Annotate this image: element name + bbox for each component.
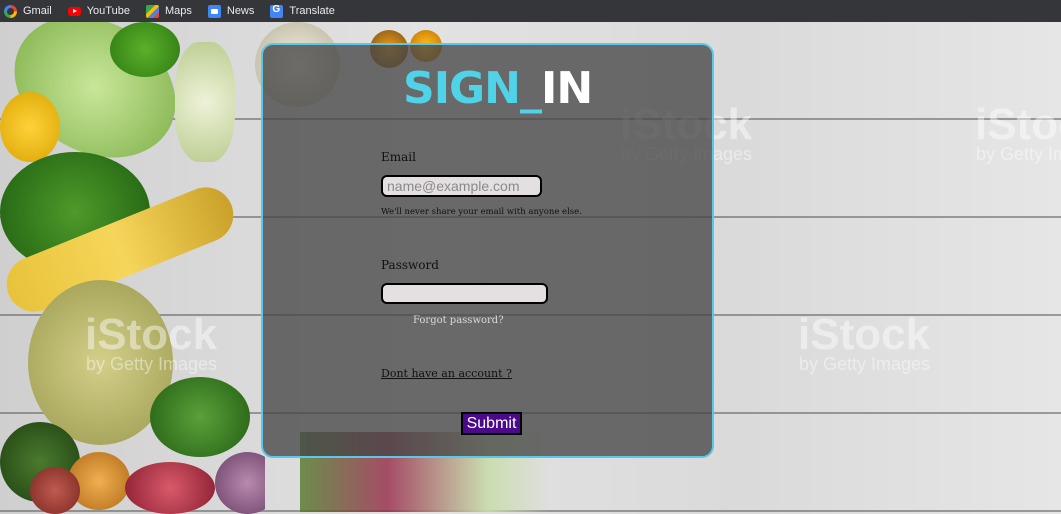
forgot-password-link[interactable]: Forgot password? [413,315,504,326]
bookmark-label: YouTube [86,5,130,17]
email-field[interactable] [381,175,542,197]
watermark: iStockby Getty Images [975,100,1061,164]
youtube-icon [67,6,81,16]
title-sign: SIGN_ [403,63,542,114]
bookmark-label: Gmail [23,5,52,17]
signin-panel: SIGN_IN Email We'll never share your ema… [261,43,714,458]
bookmark-news[interactable]: News [207,4,255,18]
vegetables-image [0,22,265,514]
translate-icon [270,4,284,18]
bookmark-label: News [226,5,255,17]
title-in: IN [541,63,593,114]
news-icon [207,4,221,18]
submit-button[interactable]: Submit [461,412,522,435]
bookmark-gmail[interactable]: Gmail [4,4,52,18]
google-icon [4,4,17,18]
bookmark-label: Translate [289,5,335,17]
watermark: iStockby Getty Images [85,310,218,374]
password-label: Password [381,258,439,272]
signup-link[interactable]: Dont have an account ? [381,367,512,380]
email-help-text: We'll never share your email with anyone… [381,207,582,217]
bookmark-youtube[interactable]: YouTube [67,5,130,17]
email-label: Email [381,150,416,164]
bookmark-maps[interactable]: Maps [145,4,192,18]
bookmark-label: Maps [164,5,192,17]
page-title: SIGN_IN [403,63,593,114]
bookmarks-bar: Gmail YouTube Maps News Translate [0,0,1061,22]
watermark: iStockby Getty Images [798,310,931,374]
password-field[interactable] [381,283,548,304]
bookmark-translate[interactable]: Translate [270,4,335,18]
maps-icon [145,4,159,18]
